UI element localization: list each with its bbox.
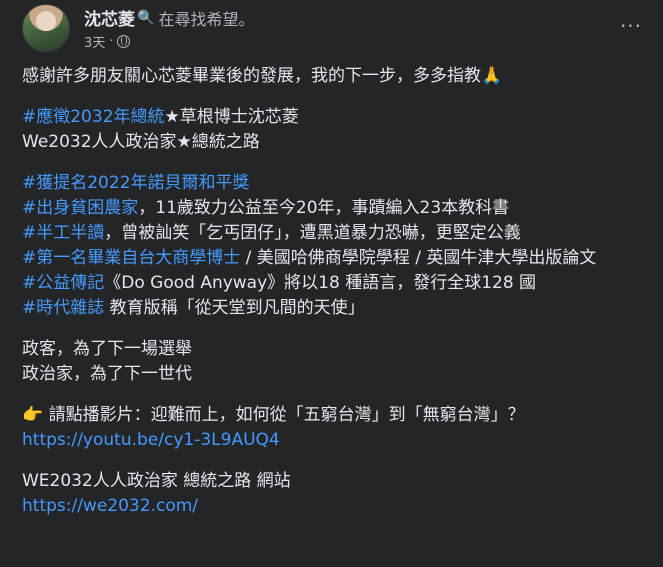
- post-text: 政客，為了下一場選舉: [22, 339, 192, 359]
- post-paragraph-3-line: #半工半讀，曾被訕笑「乞丐囝仔」，遭黑道暴力恐嚇，更堅定公義: [22, 221, 653, 246]
- post-header: 沈芯菱 🔍 在尋找希望。 3天 ·: [22, 0, 254, 56]
- author-name-row: 沈芯菱 🔍 在尋找希望。: [84, 5, 255, 31]
- post-paragraph-3-line: #時代雜誌 教育版稱「從天堂到凡間的天使」: [22, 296, 653, 321]
- post-text: WE2032人人政治家 總統之路 網站: [22, 471, 291, 491]
- post-meta-row: 3天 ·: [84, 32, 254, 51]
- public-globe-icon[interactable]: [117, 35, 131, 48]
- post-text: / 美國哈佛商學院學程 / 英國牛津大學出版論文: [240, 248, 597, 268]
- hashtag-link[interactable]: #應徵2032年總統: [22, 107, 165, 127]
- meta-separator: ·: [109, 34, 114, 49]
- post-text: 教育版稱「從天堂到凡間的天使」: [104, 298, 365, 318]
- post-body: 感謝許多朋友關心芯菱畢業後的發展，我的下一步，多多指教🙏 #應徵2032年總統★…: [22, 64, 653, 519]
- post-paragraph-3-line: #出身貧困農家，11歲致力公益至今20年，事蹟編入23本教科書: [22, 196, 653, 221]
- post-text: ，曾被訕笑「乞丐囝仔」，遭黑道暴力恐嚇，更堅定公義: [104, 223, 521, 243]
- post-time[interactable]: 3天: [84, 32, 105, 51]
- post-paragraph-3-line: #獲提名2022年諾貝爾和平獎: [22, 171, 653, 196]
- post-paragraph-3-line: #第一名畢業自台大商學博士 / 美國哈佛商學院學程 / 英國牛津大學出版論文: [22, 246, 634, 271]
- hashtag-link[interactable]: #獲提名2022年諾貝爾和平獎: [22, 173, 250, 193]
- website-link[interactable]: https://we2032.com/: [22, 494, 653, 519]
- facebook-post: 沈芯菱 🔍 在尋找希望。 3天 · ··· 感謝許多朋友關心芯菱畢業後的發展，我…: [0, 0, 663, 567]
- post-text: We2032人人政治家★總統之路: [22, 132, 260, 152]
- hashtag-link[interactable]: #出身貧困農家: [22, 198, 138, 218]
- hashtag-link[interactable]: #時代雜誌: [22, 298, 104, 318]
- author-status: 在尋找希望。: [158, 9, 255, 29]
- post-text: ，11歲致力公益至今20年，事蹟編入23本教科書: [138, 198, 510, 218]
- hashtag-link[interactable]: #半工半讀: [22, 223, 104, 243]
- author-meta: 沈芯菱 🔍 在尋找希望。 3天 ·: [84, 5, 255, 52]
- post-text: 請點播影片：迎難而上，如何從「五窮台灣」到「無窮台灣」？: [43, 405, 525, 425]
- post-paragraph-5: 👉 請點播影片：迎難而上，如何從「五窮台灣」到「無窮台灣」？: [22, 403, 653, 428]
- post-paragraph-2: #應徵2032年總統★草根博士沈芯菱: [22, 105, 653, 130]
- pointing-hand-icon: 👉: [22, 405, 44, 425]
- hashtag-link[interactable]: #第一名畢業自台大商學博士: [22, 248, 240, 268]
- youtube-link[interactable]: https://youtu.be/cy1-3L9AUQ4: [22, 428, 653, 453]
- post-text: ★草根博士沈芯菱: [164, 107, 299, 127]
- post-paragraph-1: 感謝許多朋友關心芯菱畢業後的發展，我的下一步，多多指教🙏: [22, 66, 503, 86]
- post-paragraph-3-line: #公益傳記《Do Good Anyway》將以18 種語言，發行全球128 國: [22, 271, 653, 296]
- magnifier-emoji-icon: 🔍: [137, 9, 155, 26]
- post-text: 《Do Good Anyway》將以18 種語言，發行全球128 國: [104, 273, 537, 293]
- post-text: 政治家，為了下一世代: [22, 364, 192, 384]
- more-options-icon[interactable]: ···: [617, 14, 645, 38]
- author-avatar[interactable]: [22, 4, 70, 52]
- hashtag-link[interactable]: #公益傳記: [22, 273, 104, 293]
- author-name[interactable]: 沈芯菱: [84, 5, 135, 30]
